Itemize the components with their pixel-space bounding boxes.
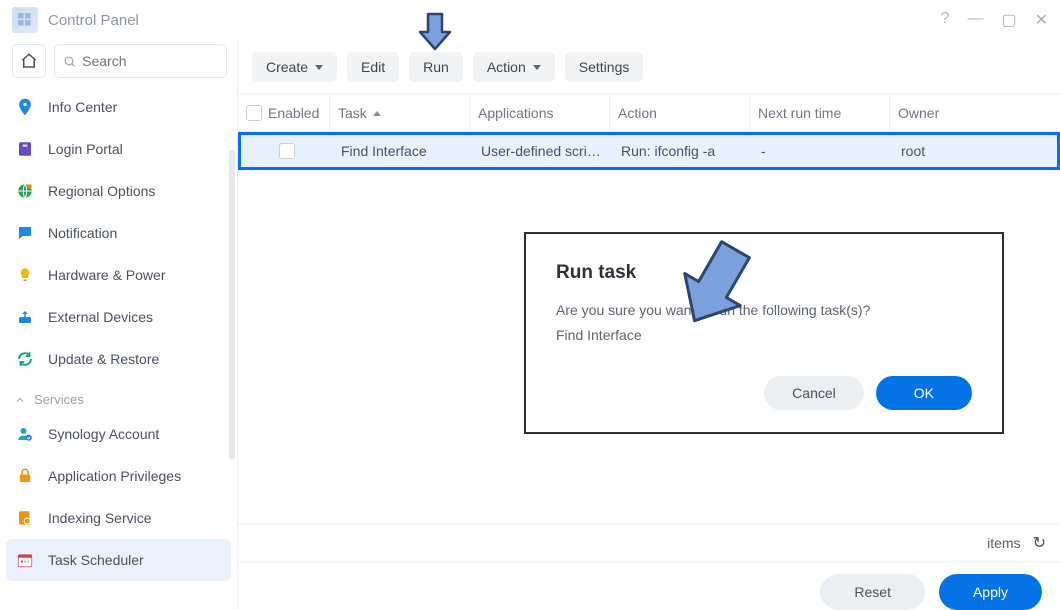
sidebar-item-label: Application Privileges [48, 468, 181, 484]
run-task-dialog: Run task Are you sure you want to run th… [524, 232, 1004, 434]
globe-icon [14, 180, 36, 202]
sidebar-section-services[interactable]: Services [0, 380, 237, 413]
sidebar-item-update[interactable]: Update & Restore [0, 338, 237, 380]
sidebar-item-task-scheduler[interactable]: Task Scheduler [6, 539, 231, 581]
search-input[interactable] [82, 53, 218, 69]
action-button[interactable]: Action [473, 52, 555, 82]
window-title: Control Panel [48, 12, 139, 29]
sidebar-scrollbar[interactable] [229, 150, 235, 460]
edit-button[interactable]: Edit [347, 52, 399, 82]
items-label: items [987, 535, 1020, 551]
create-button[interactable]: Create [252, 52, 337, 82]
sidebar-item-info-center[interactable]: Info Center [0, 86, 237, 128]
table-row[interactable]: Find Interface User-defined scri… Run: i… [238, 132, 1060, 170]
close-icon[interactable]: ✕ [1035, 10, 1048, 30]
settings-button[interactable]: Settings [565, 52, 644, 82]
cell-action: Run: ifconfig -a [613, 135, 753, 167]
sidebar: Info Center Login Portal Regional Option… [0, 40, 238, 610]
header-checkbox[interactable] [246, 105, 262, 121]
task-table: Enabled Task Applications Action Next ru… [238, 94, 1060, 170]
sidebar-item-app-privileges[interactable]: Application Privileges [0, 455, 237, 497]
col-task[interactable]: Task [330, 95, 470, 131]
sidebar-item-label: Notification [48, 225, 117, 241]
col-owner[interactable]: Owner [890, 95, 1015, 131]
upload-icon [14, 306, 36, 328]
cell-task: Find Interface [333, 135, 473, 167]
ok-button[interactable]: OK [876, 376, 972, 410]
dialog-task-name: Find Interface [556, 325, 972, 346]
sidebar-item-regional[interactable]: Regional Options [0, 170, 237, 212]
maximize-icon[interactable]: ▢ [1001, 10, 1016, 30]
sidebar-item-indexing[interactable]: Indexing Service [0, 497, 237, 539]
chevron-up-icon [14, 394, 26, 406]
sidebar-item-label: Hardware & Power [48, 267, 166, 283]
sidebar-item-label: Synology Account [48, 426, 159, 442]
minimize-icon[interactable]: — [967, 10, 983, 30]
footer: items ↻ Reset Apply [238, 524, 1060, 610]
sidebar-item-hardware[interactable]: Hardware & Power [0, 254, 237, 296]
sidebar-item-synology-account[interactable]: Synology Account [0, 413, 237, 455]
dialog-message: Are you sure you want to run the followi… [556, 300, 972, 321]
toolbar: Create Edit Run Action Settings [238, 40, 1060, 94]
run-button[interactable]: Run [409, 52, 463, 82]
calendar-icon [14, 549, 36, 571]
col-applications[interactable]: Applications [470, 95, 610, 131]
sidebar-item-label: Info Center [48, 99, 117, 115]
row-checkbox[interactable] [279, 143, 295, 159]
sidebar-item-label: Task Scheduler [48, 552, 144, 568]
sidebar-item-label: External Devices [48, 309, 153, 325]
info-icon [14, 96, 36, 118]
col-action[interactable]: Action [610, 95, 750, 131]
reset-button[interactable]: Reset [820, 574, 925, 610]
home-button[interactable] [12, 44, 46, 78]
chat-icon [14, 222, 36, 244]
bulb-icon [14, 264, 36, 286]
main-panel: Create Edit Run Action Settings Enabled … [238, 40, 1060, 610]
refresh-button[interactable]: ↻ [1033, 533, 1046, 553]
search-icon [63, 54, 76, 69]
col-enabled[interactable]: Enabled [238, 95, 330, 131]
lock-icon [14, 465, 36, 487]
titlebar: Control Panel ? — ▢ ✕ [0, 0, 1060, 40]
refresh-icon [14, 348, 36, 370]
search-input-wrap[interactable] [54, 44, 227, 78]
cancel-button[interactable]: Cancel [764, 376, 864, 410]
help-icon[interactable]: ? [941, 10, 950, 30]
sidebar-item-label: Login Portal [48, 141, 123, 157]
caret-down-icon [315, 65, 323, 70]
portal-icon [14, 138, 36, 160]
caret-down-icon [533, 65, 541, 70]
sidebar-item-login-portal[interactable]: Login Portal [0, 128, 237, 170]
sidebar-item-label: Update & Restore [48, 351, 159, 367]
sidebar-item-label: Indexing Service [48, 510, 152, 526]
sidebar-item-notification[interactable]: Notification [0, 212, 237, 254]
user-icon [14, 423, 36, 445]
apply-button[interactable]: Apply [939, 574, 1042, 610]
sort-asc-icon [373, 111, 381, 116]
sidebar-item-external[interactable]: External Devices [0, 296, 237, 338]
search-doc-icon [14, 507, 36, 529]
cell-owner: root [893, 135, 1018, 167]
table-header: Enabled Task Applications Action Next ru… [238, 95, 1060, 132]
cell-next-run: - [753, 135, 893, 167]
sidebar-item-label: Regional Options [48, 183, 155, 199]
app-icon [12, 7, 38, 33]
cell-applications: User-defined scri… [473, 135, 613, 167]
col-next-run[interactable]: Next run time [750, 95, 890, 131]
dialog-title: Run task [556, 262, 972, 284]
